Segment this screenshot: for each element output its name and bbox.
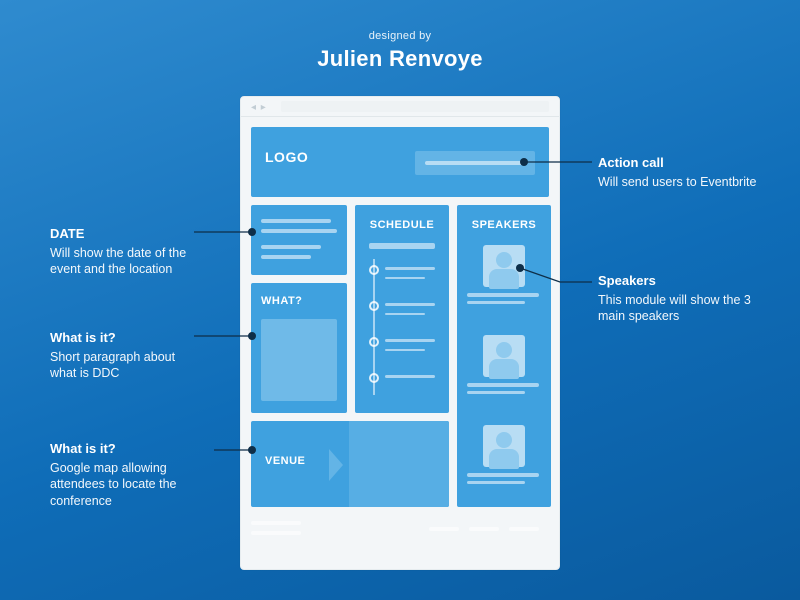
speaker-card (467, 245, 541, 317)
credit-name: Julien Renvoye (0, 46, 800, 72)
anno-venue: What is it? Google map allowing attendee… (50, 440, 210, 510)
anno-body: Will show the date of the event and the … (50, 245, 190, 279)
avatar-icon (483, 245, 525, 287)
avatar-icon (483, 425, 525, 467)
logo-label: LOGO (265, 149, 308, 165)
credit-by: designed by (0, 30, 800, 42)
panel-schedule: SCHEDULE (355, 205, 449, 413)
anno-body: Will send users to Eventbrite (598, 174, 768, 191)
speaker-card (467, 425, 541, 497)
anno-title: DATE (50, 225, 190, 243)
footer-line (251, 531, 301, 535)
venue-map-placeholder (349, 421, 449, 507)
venue-label: VENUE (265, 455, 305, 467)
nav-arrows-icon: ◂ ▸ (251, 102, 267, 113)
anno-body: Google map allowing attendees to locate … (50, 460, 210, 511)
footer-line (509, 527, 539, 531)
schedule-label: SCHEDULE (355, 219, 449, 231)
cta-placeholder-line (425, 161, 525, 165)
panel-speakers: SPEAKERS (457, 205, 551, 507)
anno-title: Speakers (598, 272, 768, 290)
panel-date (251, 205, 347, 275)
panel-venue: VENUE (251, 421, 449, 507)
avatar-icon (483, 335, 525, 377)
chevron-right-icon (329, 449, 343, 481)
anno-body: This module will show the 3 main speaker… (598, 292, 768, 326)
panel-what: WHAT? (251, 283, 347, 413)
anno-date: DATE Will show the date of the event and… (50, 225, 190, 278)
url-bar (281, 101, 549, 112)
anno-what: What is it? Short paragraph about what i… (50, 329, 190, 382)
speakers-label: SPEAKERS (457, 219, 551, 231)
footer-line (469, 527, 499, 531)
speaker-card (467, 335, 541, 407)
anno-body: Short paragraph about what is DDC (50, 349, 190, 383)
what-text-block (261, 319, 337, 401)
footer-line (251, 521, 301, 525)
what-label: WHAT? (261, 295, 302, 307)
browser-frame: ◂ ▸ LOGO WHAT? SCHEDULE (240, 96, 560, 570)
cta-button[interactable] (415, 151, 535, 175)
panel-header: LOGO (251, 127, 549, 197)
anno-cta: Action call Will send users to Eventbrit… (598, 154, 768, 190)
credit: designed by Julien Renvoye (0, 30, 800, 72)
anno-title: Action call (598, 154, 768, 172)
anno-speakers: Speakers This module will show the 3 mai… (598, 272, 768, 325)
browser-chrome: ◂ ▸ (241, 97, 559, 117)
page-canvas: LOGO WHAT? SCHEDULE (251, 127, 549, 559)
footer-line (429, 527, 459, 531)
anno-title: What is it? (50, 329, 190, 347)
anno-title: What is it? (50, 440, 210, 458)
